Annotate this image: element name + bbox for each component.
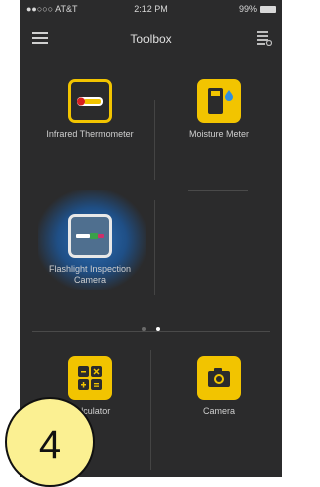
list-settings-icon[interactable]	[256, 30, 272, 46]
battery-indicator: 99%	[239, 4, 276, 14]
page-indicator[interactable]	[20, 318, 282, 336]
step-number: 4	[38, 423, 62, 467]
tool-label: Flashlight Inspection Camera	[48, 264, 132, 285]
inspection-camera-icon	[68, 214, 112, 258]
page-title: Toolbox	[130, 32, 172, 46]
grid-divider	[188, 190, 248, 191]
calculator-icon	[68, 356, 112, 400]
battery-icon	[260, 5, 276, 13]
battery-percent: 99%	[238, 4, 257, 14]
tool-moisture-meter[interactable]: Moisture Meter	[164, 79, 274, 140]
moisture-meter-icon	[197, 79, 241, 123]
tool-camera[interactable]: Camera	[164, 356, 274, 417]
top-bar: Toolbox	[20, 18, 282, 64]
tool-label: Camera	[202, 406, 235, 416]
thermometer-icon	[68, 79, 112, 123]
tool-flashlight-inspection-camera[interactable]: Flashlight Inspection Camera	[35, 214, 145, 286]
step-number-badge: 4	[5, 397, 95, 487]
grid-divider	[150, 350, 151, 470]
grid-divider	[154, 200, 155, 295]
camera-icon	[197, 356, 241, 400]
status-bar: ●●○○○ AT&T 2:12 PM 99%	[20, 0, 282, 18]
page-dot[interactable]	[141, 327, 146, 331]
grid-divider	[154, 100, 155, 180]
tool-infrared-thermometer[interactable]: Infrared Thermometer	[35, 79, 145, 140]
page-dot-active[interactable]	[156, 327, 161, 331]
tool-label: Moisture Meter	[188, 129, 250, 139]
tool-label: Infrared Thermometer	[46, 129, 134, 139]
